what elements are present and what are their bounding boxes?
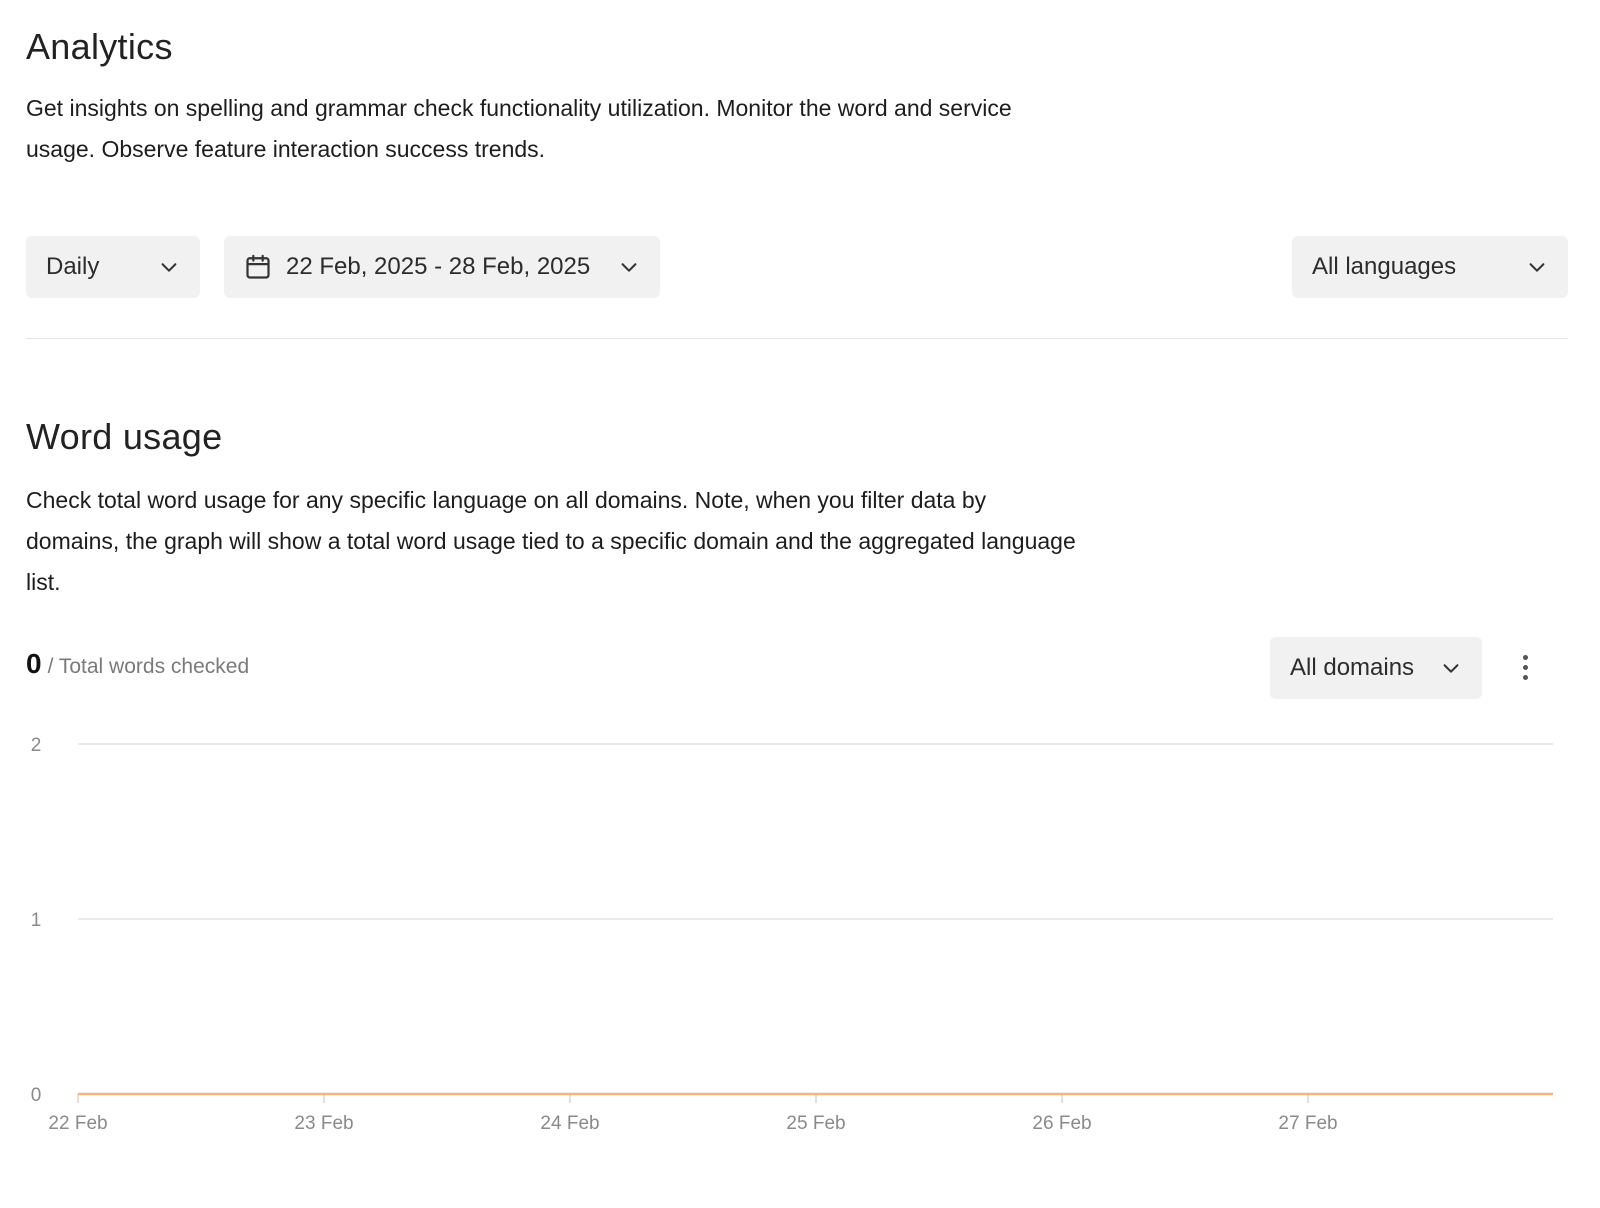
x-tick-label: 25 Feb — [786, 1113, 845, 1134]
y-tick-label: 0 — [31, 1085, 42, 1106]
y-tick-label: 1 — [31, 910, 42, 931]
word-usage-chart: 0 1 2 22 Feb 23 Feb 24 Feb 25 Feb 26 Feb 27 Feb — [31, 735, 1553, 1134]
x-tick-label: 22 Feb — [48, 1113, 107, 1134]
x-tick-label: 24 Feb — [540, 1113, 599, 1134]
y-tick-label: 2 — [31, 735, 42, 756]
analytics-page: Analytics Get insights on spelling and g… — [0, 0, 1600, 1208]
x-tick-label: 26 Feb — [1032, 1113, 1091, 1134]
x-tick-label: 23 Feb — [294, 1113, 353, 1134]
x-tick-label: 27 Feb — [1278, 1113, 1337, 1134]
